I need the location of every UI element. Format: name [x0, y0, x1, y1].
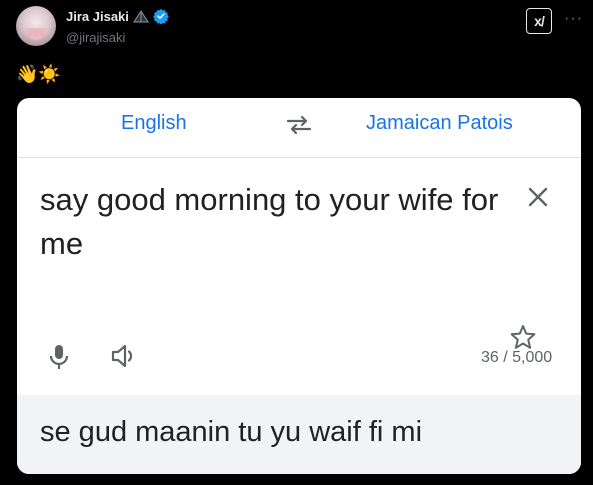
source-text[interactable]: say good morning to your wife for me	[40, 178, 500, 266]
flag-icon	[132, 9, 149, 22]
swap-icon[interactable]	[286, 115, 312, 135]
translation-text[interactable]: se gud maanin tu yu waif fi mi	[40, 416, 422, 449]
avatar[interactable]	[16, 6, 56, 46]
star-icon[interactable]	[510, 324, 536, 350]
target-language[interactable]: Jamaican Patois	[366, 112, 513, 135]
mic-icon[interactable]	[49, 344, 69, 370]
grok-button[interactable]: x/	[526, 8, 552, 34]
speaker-icon[interactable]	[111, 344, 139, 368]
character-count: 36 / 5,000	[481, 349, 553, 366]
source-language[interactable]: English	[121, 112, 187, 135]
author-row: Jira Jisaki	[66, 8, 169, 24]
translation-panel: se gud maanin tu yu waif fi mi	[17, 395, 581, 474]
translate-screenshot[interactable]: English Jamaican Patois say good morning…	[17, 98, 581, 474]
language-bar: English Jamaican Patois	[17, 98, 581, 158]
author-handle[interactable]: @jirajisaki	[66, 30, 125, 45]
verified-icon	[153, 9, 169, 24]
post-text: 👋☀️	[16, 64, 61, 84]
more-icon[interactable]: ···	[564, 10, 583, 28]
author-name[interactable]: Jira Jisaki	[66, 9, 129, 24]
clear-icon[interactable]	[527, 186, 549, 208]
